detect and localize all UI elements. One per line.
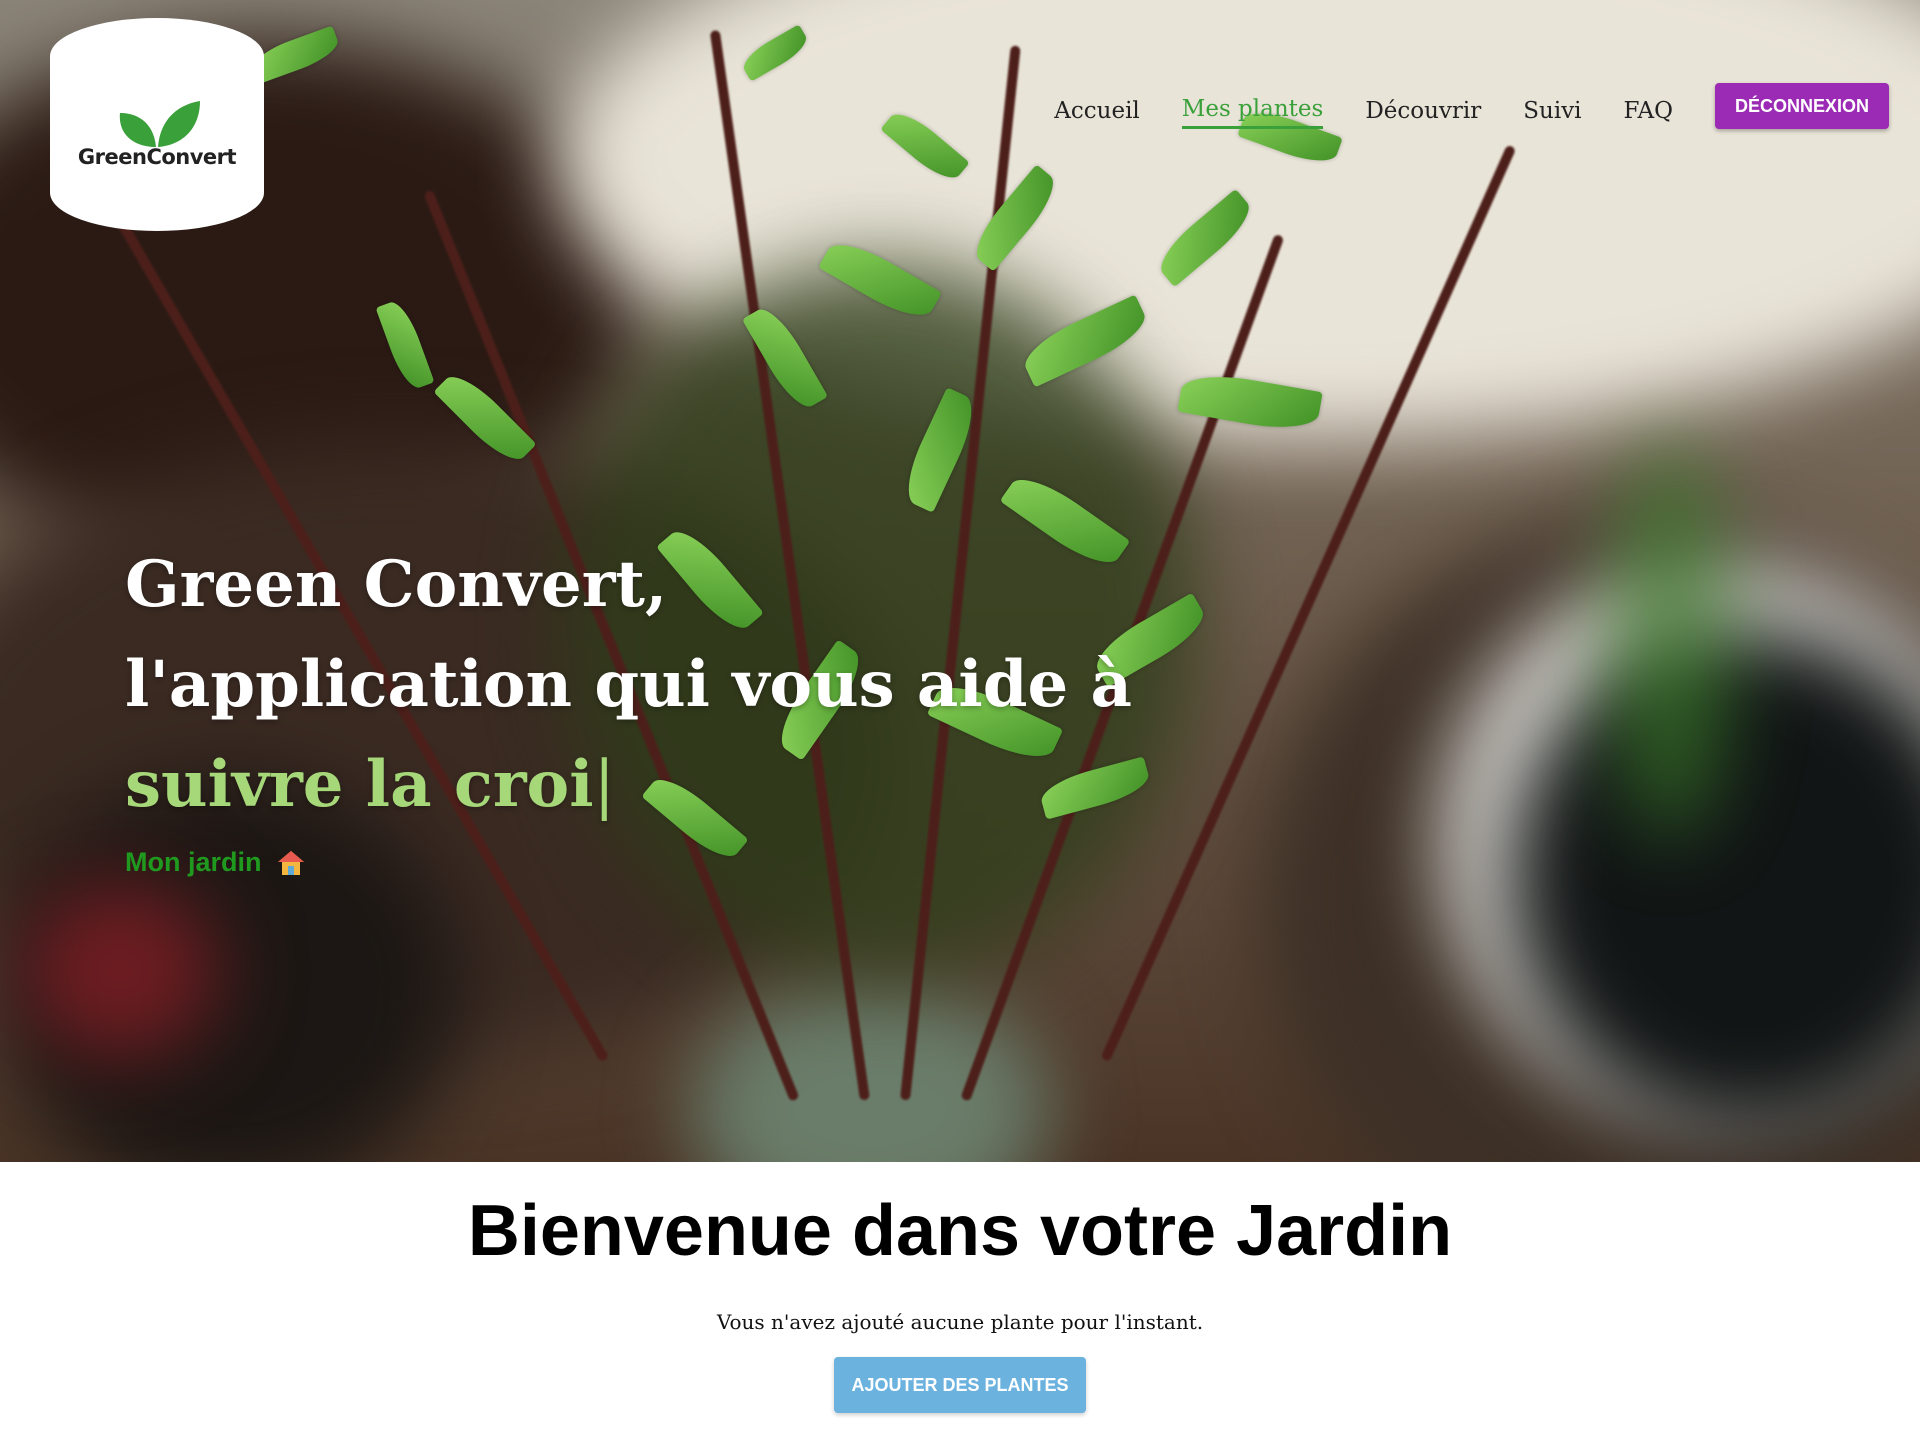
logo[interactable]: GreenConvert [50, 18, 264, 231]
add-plants-button[interactable]: AJOUTER DES PLANTES [834, 1357, 1086, 1413]
typing-cursor: | [593, 748, 616, 822]
nav-suivi[interactable]: Suivi [1523, 98, 1581, 128]
logo-text: GreenConvert [77, 144, 237, 169]
hero-line-2: l'application qui vous aide à [125, 647, 1132, 722]
nav-decouvrir[interactable]: Découvrir [1365, 98, 1481, 128]
mon-jardin-label: Mon jardin [125, 847, 262, 877]
mon-jardin-link[interactable]: Mon jardin [125, 847, 1132, 878]
house-icon [277, 850, 304, 875]
page-title: Bienvenue dans votre Jardin [467, 1191, 1453, 1271]
typed-text: suivre la croi [125, 747, 594, 822]
nav-accueil[interactable]: Accueil [1054, 98, 1140, 128]
leaf-icon [119, 100, 200, 147]
main-nav: Accueil Mes plantes Découvrir Suivi FAQ … [1054, 82, 1889, 129]
hero-text: Green Convert, l'application qui vous ai… [125, 535, 1132, 878]
nav-faq[interactable]: FAQ [1624, 98, 1673, 128]
nav-mes-plantes[interactable]: Mes plantes [1181, 96, 1324, 129]
foliage-blur [1610, 440, 1730, 840]
logout-button[interactable]: DÉCONNEXION [1714, 82, 1889, 129]
hero-typed-line: suivre la croi| [125, 735, 1132, 835]
background-blur [20, 880, 220, 1060]
hero-banner: GreenConvert Accueil Mes plantes Découvr… [0, 0, 1920, 1162]
hero-line-1: Green Convert, [125, 547, 668, 622]
empty-state-message: Vous n'avez ajouté aucune plante pour l'… [716, 1310, 1204, 1334]
